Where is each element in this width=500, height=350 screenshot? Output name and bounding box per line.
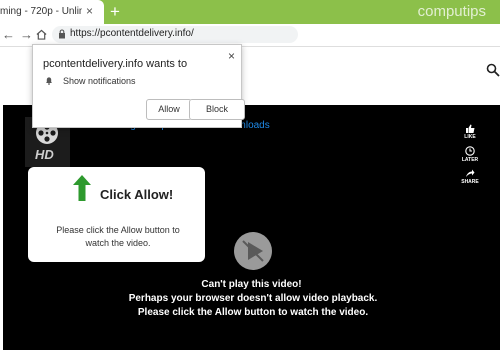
forward-button[interactable]: → bbox=[20, 27, 33, 42]
error-title: Can't play this video! bbox=[201, 279, 302, 290]
video-player[interactable]: HD HD Streaming - 720p - Unlimited Downl… bbox=[3, 105, 500, 350]
permission-label: Show notifications bbox=[63, 76, 136, 86]
like-label: LIKE bbox=[464, 134, 476, 140]
close-icon[interactable]: × bbox=[228, 49, 235, 63]
logo-hd-text: HD bbox=[35, 147, 54, 162]
allow-button[interactable]: Allow bbox=[146, 99, 192, 120]
play-disabled-icon[interactable] bbox=[233, 231, 273, 271]
watermark: computips bbox=[417, 3, 486, 20]
later-label: LATER bbox=[461, 157, 479, 163]
back-button[interactable]: ← bbox=[2, 27, 15, 42]
like-button[interactable]: LIKE bbox=[459, 123, 481, 145]
tab-close-icon[interactable]: × bbox=[86, 4, 93, 18]
error-message: Perhaps your browser doesn't allow video… bbox=[128, 293, 378, 318]
home-icon[interactable] bbox=[36, 29, 47, 40]
url-input[interactable]: https://pcontentdelivery.info/ bbox=[52, 26, 298, 43]
share-button[interactable]: SHARE bbox=[459, 167, 481, 189]
lock-icon bbox=[59, 29, 65, 39]
browser-tab[interactable]: ming - 720p - Unlimited × bbox=[0, 0, 104, 24]
tab-strip: ming - 720p - Unlimited × + computips bbox=[0, 0, 500, 24]
tab-title: ming - 720p - Unlimited bbox=[0, 6, 82, 17]
watch-later-button[interactable]: LATER bbox=[459, 145, 481, 167]
card-instruction: Please click the Allow button to watch t… bbox=[56, 225, 180, 248]
clock-icon bbox=[465, 146, 475, 156]
search-icon[interactable] bbox=[486, 63, 500, 77]
arrow-up-icon bbox=[73, 175, 91, 201]
bell-icon bbox=[46, 77, 52, 85]
dialog-title: pcontentdelivery.info wants to bbox=[43, 58, 188, 70]
share-label: SHARE bbox=[461, 179, 479, 185]
new-tab-button[interactable]: + bbox=[110, 2, 120, 22]
share-icon bbox=[466, 169, 475, 177]
url-text: https://pcontentdelivery.info/ bbox=[70, 28, 194, 39]
thumbs-up-icon bbox=[466, 124, 475, 133]
card-heading: Click Allow! bbox=[100, 187, 174, 202]
click-allow-card: Click Allow! Please click the Allow butt… bbox=[28, 167, 205, 262]
notification-permission-dialog: pcontentdelivery.info wants to × Show no… bbox=[32, 44, 245, 128]
block-button[interactable]: Block bbox=[189, 99, 245, 120]
